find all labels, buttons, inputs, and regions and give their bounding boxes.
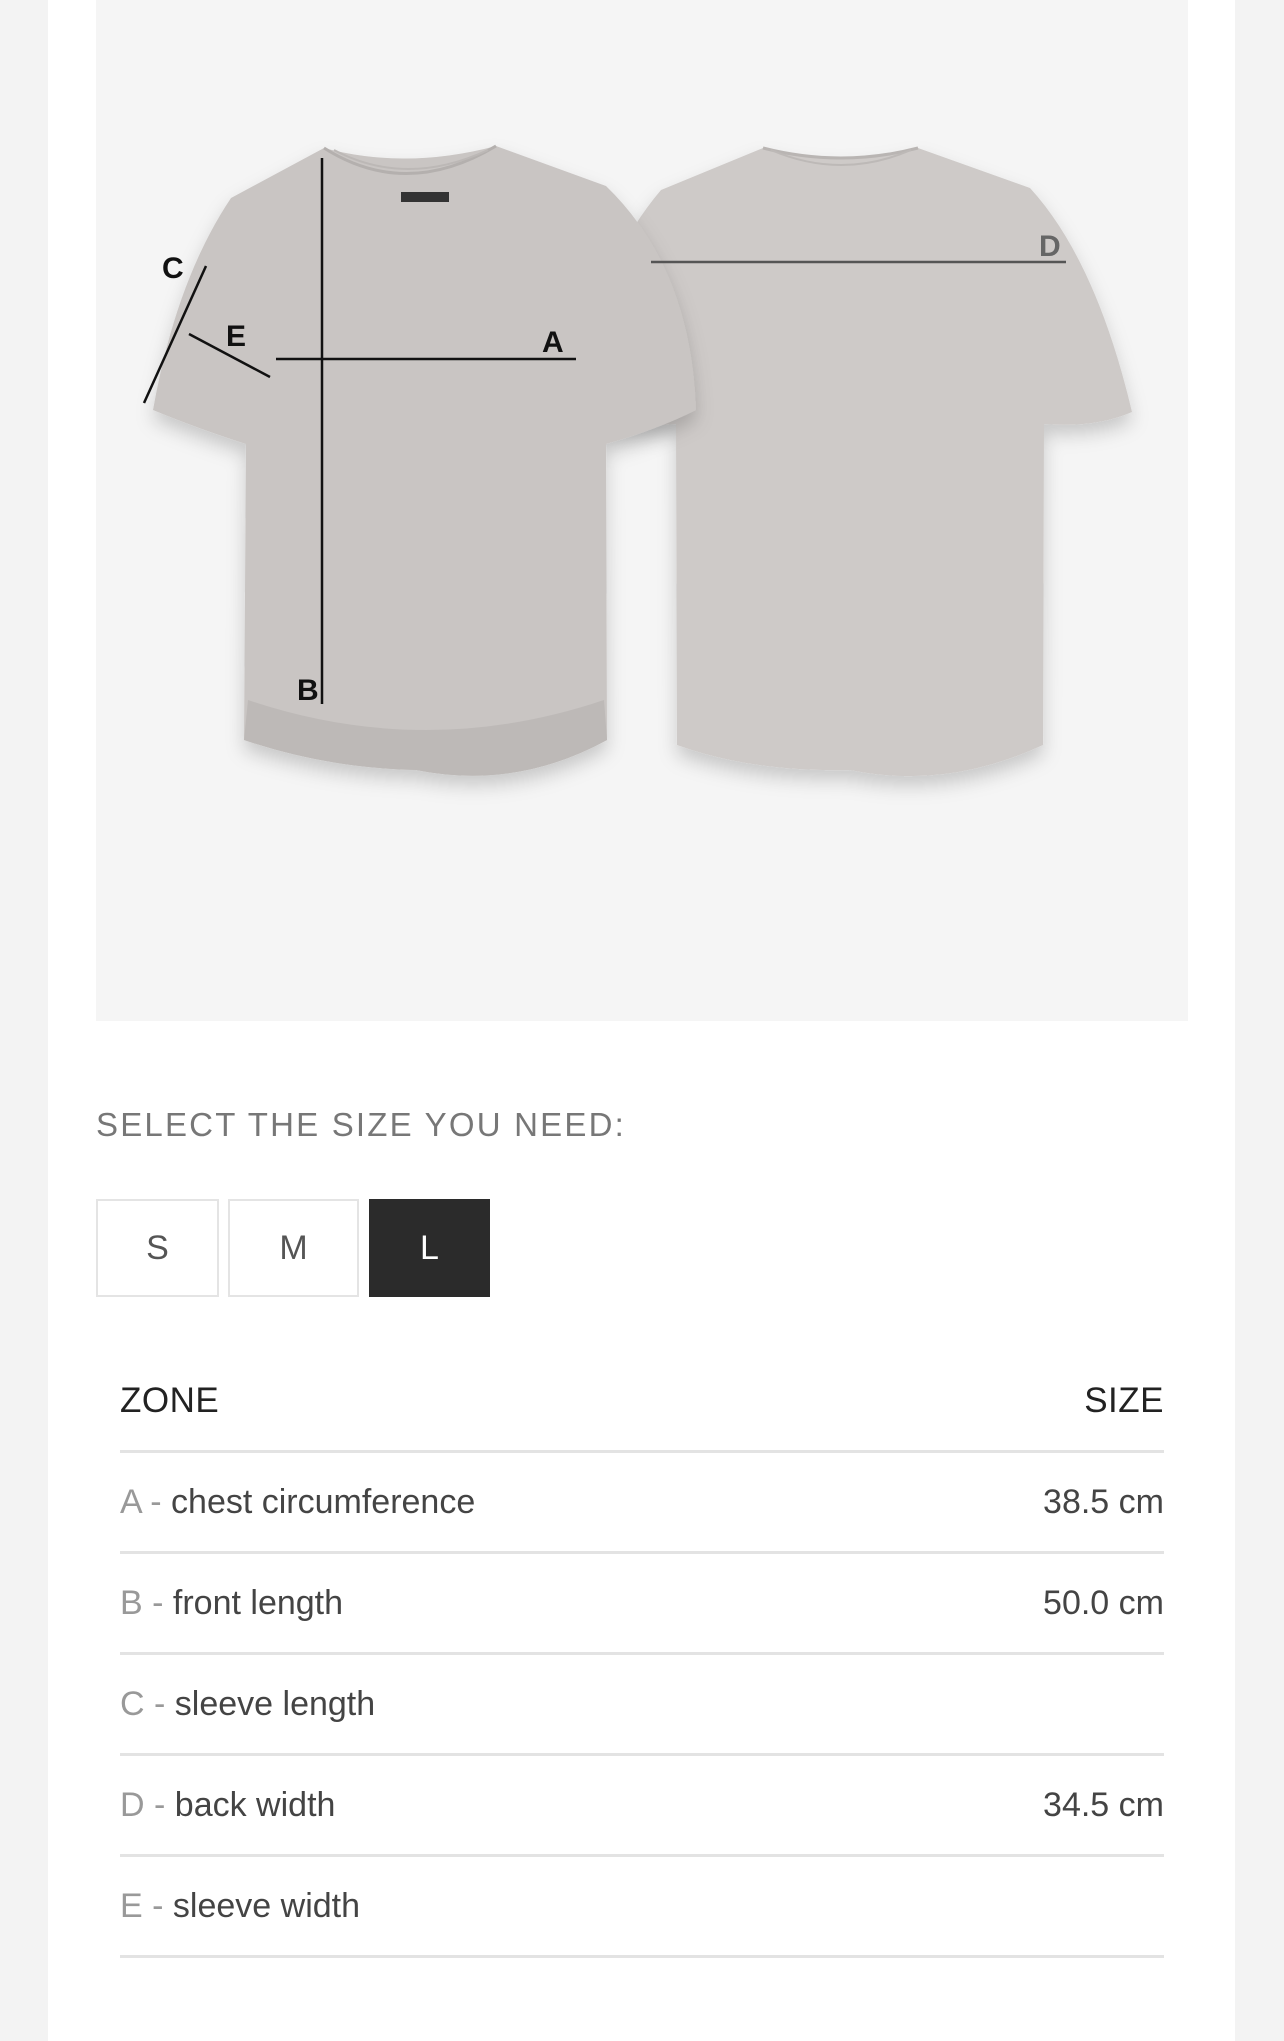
- zone-column-header: ZONE: [120, 1381, 220, 1420]
- table-row: C - sleeve length: [120, 1655, 1164, 1756]
- zone-letter: A: [120, 1482, 141, 1521]
- label-e: E: [226, 320, 246, 353]
- zone-value: 34.5 cm: [1043, 1785, 1164, 1824]
- zone-name: back width: [174, 1785, 336, 1824]
- tshirt-front-shape: [153, 146, 696, 776]
- zone-letter: C: [120, 1684, 145, 1723]
- zone-letter: B: [120, 1583, 143, 1622]
- table-row: B - front length 50.0 cm: [120, 1554, 1164, 1655]
- zone-letter: D: [120, 1785, 145, 1824]
- label-d: D: [1039, 230, 1061, 263]
- zone-letter: E: [120, 1886, 143, 1925]
- zone-name: sleeve width: [172, 1886, 361, 1925]
- size-option-l[interactable]: L: [369, 1199, 490, 1297]
- measurements-table: ZONE SIZE A - chest circumference 38.5 c…: [120, 1352, 1164, 1958]
- size-option-s[interactable]: S: [96, 1199, 219, 1297]
- size-option-m[interactable]: M: [228, 1199, 359, 1297]
- table-row: A - chest circumference 38.5 cm: [120, 1453, 1164, 1554]
- zone-name: sleeve length: [174, 1684, 376, 1723]
- table-header: ZONE SIZE: [120, 1352, 1164, 1453]
- size-column-header: SIZE: [1084, 1381, 1164, 1420]
- zone-name: front length: [172, 1583, 344, 1622]
- brand-tag: [401, 192, 449, 202]
- tshirt-measurement-diagram: A B C D E: [142, 144, 1132, 777]
- size-selector-title: SELECT THE SIZE YOU NEED:: [96, 1106, 626, 1143]
- zone-name: chest circumference: [171, 1482, 476, 1521]
- label-b: B: [297, 674, 319, 707]
- label-a: A: [542, 326, 564, 359]
- size-guide-image: A B C D E: [96, 0, 1188, 1021]
- label-c: C: [162, 252, 184, 285]
- zone-value: 50.0 cm: [1043, 1583, 1164, 1622]
- table-row: D - back width 34.5 cm: [120, 1756, 1164, 1857]
- table-row: E - sleeve width: [120, 1857, 1164, 1958]
- zone-value: 38.5 cm: [1043, 1482, 1164, 1521]
